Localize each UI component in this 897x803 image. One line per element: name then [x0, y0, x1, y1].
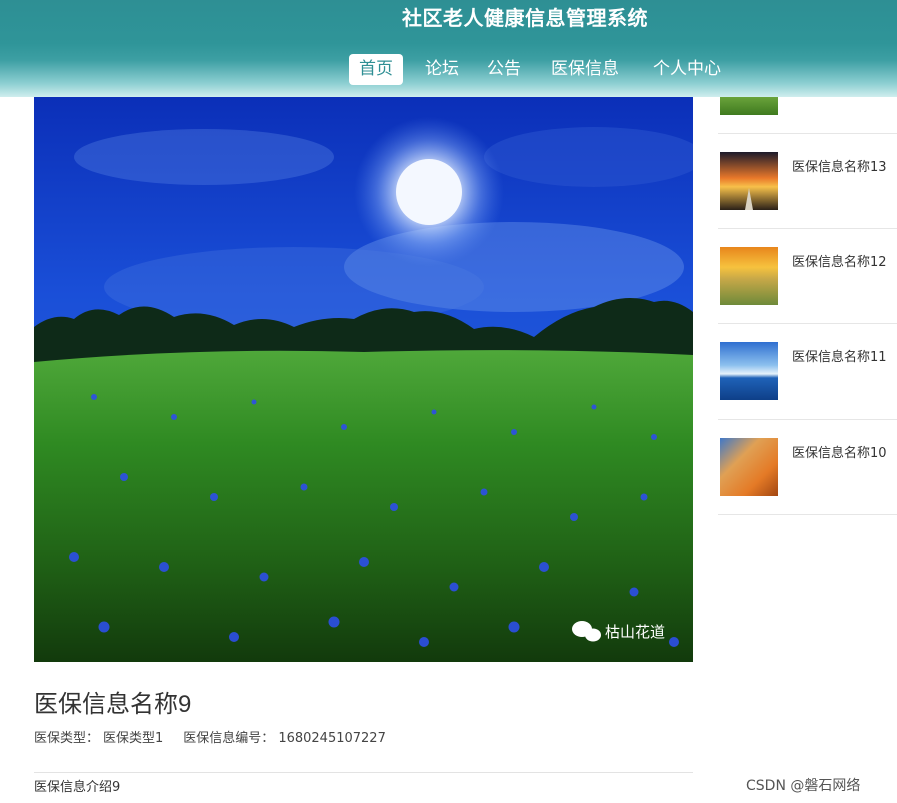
list-item[interactable]: 医保信息名称12 — [718, 247, 897, 342]
list-item-thumbnail[interactable] — [720, 152, 778, 210]
detail-intro: 医保信息介绍9 — [34, 780, 121, 795]
nav-item-personal-center[interactable]: 个人中心 — [653, 54, 721, 85]
detail-meta: 医保类型： 医保类型1 医保信息编号： 1680245107227 — [34, 727, 390, 746]
csdn-watermark: CSDN @磐石网络 — [746, 778, 861, 794]
list-divider — [718, 514, 897, 515]
list-item-title[interactable]: 医保信息名称10 — [792, 442, 887, 461]
list-item-thumbnail[interactable] — [720, 247, 778, 305]
list-divider — [718, 228, 897, 229]
list-item-thumbnail-partial[interactable] — [720, 97, 778, 115]
list-divider — [718, 323, 897, 324]
insurance-code-value: 1680245107227 — [278, 731, 386, 746]
meadow-moon-image: 枯山花道 — [34, 97, 693, 662]
list-divider — [718, 133, 897, 134]
insurance-type-label: 医保类型： — [34, 731, 100, 746]
nav-item-forum[interactable]: 论坛 — [425, 54, 459, 85]
top-header: 社区老人健康信息管理系统 首页 论坛 公告 医保信息 个人中心 — [0, 0, 897, 97]
site-title: 社区老人健康信息管理系统 — [402, 6, 648, 30]
list-divider — [718, 419, 897, 420]
list-item[interactable]: 医保信息名称13 — [718, 152, 897, 247]
content-divider — [34, 772, 693, 773]
detail-image: 枯山花道 — [34, 97, 693, 662]
nav-item-home[interactable]: 首页 — [349, 54, 403, 85]
nav-item-insurance-info[interactable]: 医保信息 — [551, 54, 619, 85]
list-item-title[interactable]: 医保信息名称12 — [792, 251, 887, 270]
list-item[interactable]: 医保信息名称11 — [718, 342, 897, 437]
insurance-type-value: 医保类型1 — [103, 731, 164, 746]
list-item-title[interactable]: 医保信息名称11 — [792, 346, 887, 365]
insurance-code-label: 医保信息编号： — [183, 731, 275, 746]
detail-title: 医保信息名称9 — [34, 691, 192, 718]
list-item[interactable]: 医保信息名称10 — [718, 438, 897, 533]
list-item-thumbnail[interactable] — [720, 438, 778, 496]
list-item-thumbnail[interactable] — [720, 342, 778, 400]
nav-item-announcements[interactable]: 公告 — [487, 54, 521, 85]
list-item-title[interactable]: 医保信息名称13 — [792, 156, 887, 175]
image-watermark-text: 枯山花道 — [605, 623, 665, 641]
